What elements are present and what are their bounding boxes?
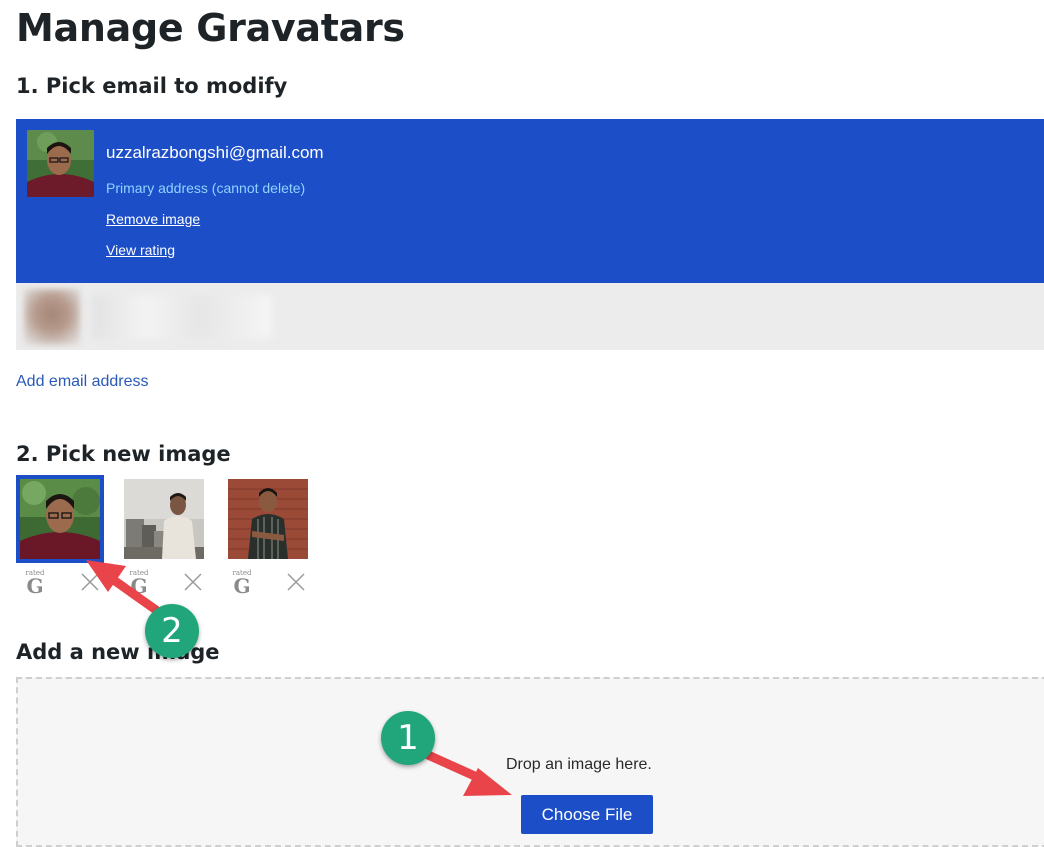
rating-g-3[interactable]: rated G xyxy=(231,569,253,596)
section-heading-pick-image: 2. Pick new image xyxy=(16,442,231,466)
view-rating-link[interactable]: View rating xyxy=(106,242,175,258)
avatar xyxy=(27,130,94,197)
email-address: uzzalrazbongshi@gmail.com xyxy=(106,143,324,162)
image-thumb-1-selected[interactable] xyxy=(16,475,104,563)
section-heading-pick-email: 1. Pick email to modify xyxy=(16,74,288,98)
dropzone-text: Drop an image here. xyxy=(506,756,652,773)
delete-image-1-icon[interactable] xyxy=(80,572,100,592)
rating-g-1[interactable]: rated G xyxy=(24,569,46,596)
email-row-selected[interactable]: uzzalrazbongshi@gmail.com Primary addres… xyxy=(16,119,1044,283)
remove-image-link[interactable]: Remove image xyxy=(106,211,200,227)
rating-g-2[interactable]: rated G xyxy=(128,569,150,596)
image-thumb-1-picture xyxy=(20,479,100,559)
image-thumb-2-picture xyxy=(124,479,204,559)
blurred-avatar xyxy=(24,289,80,345)
primary-address-note: Primary address (cannot delete) xyxy=(106,180,306,196)
choose-file-button[interactable]: Choose File xyxy=(521,795,653,834)
step-badge-1: 1 xyxy=(381,711,435,765)
page-title: Manage Gravatars xyxy=(16,6,405,50)
email-row-blurred[interactable] xyxy=(16,283,1044,350)
image-thumb-3[interactable] xyxy=(228,479,308,559)
blurred-email-text xyxy=(92,295,272,339)
image-thumb-2[interactable] xyxy=(124,479,204,559)
delete-image-3-icon[interactable] xyxy=(286,572,306,592)
delete-image-2-icon[interactable] xyxy=(183,572,203,592)
step-badge-2: 2 xyxy=(145,604,199,658)
image-thumb-3-picture xyxy=(228,479,308,559)
add-email-link[interactable]: Add email address xyxy=(16,373,149,391)
